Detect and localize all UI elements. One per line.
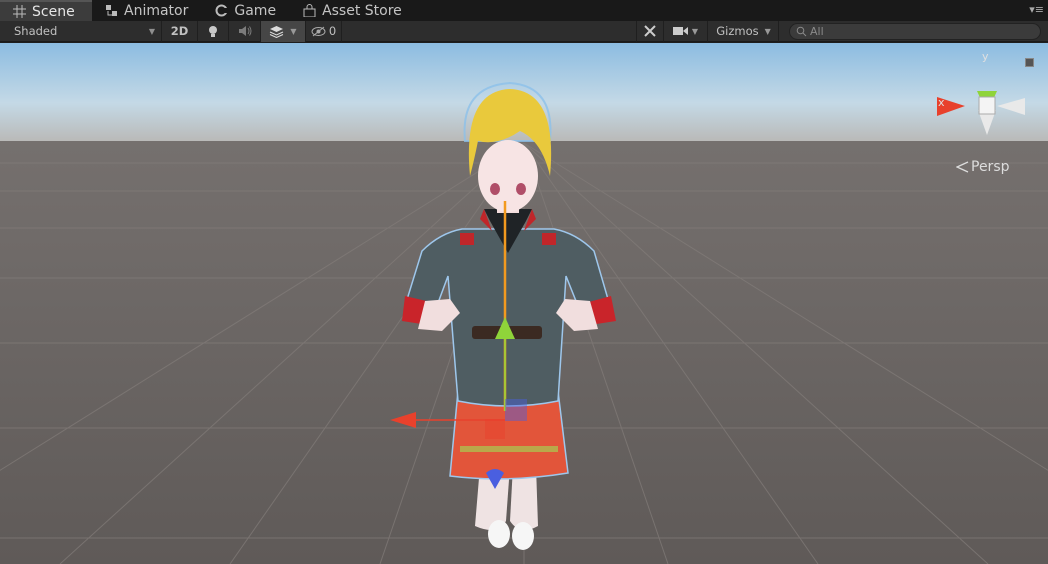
lock-icon[interactable]	[1025, 58, 1034, 67]
search-input[interactable]: All	[789, 23, 1041, 40]
tab-animator-label: Animator	[124, 2, 189, 19]
search-placeholder: All	[810, 25, 824, 38]
tab-animator[interactable]: Animator	[92, 0, 202, 21]
tab-scene-label: Scene	[32, 3, 75, 20]
projection-toggle[interactable]: Persp	[956, 159, 1010, 175]
hidden-objects-button[interactable]: 0	[306, 20, 342, 42]
tools-icon	[644, 25, 656, 37]
audio-toggle-button[interactable]	[229, 20, 261, 42]
game-icon	[214, 4, 228, 18]
tab-scene[interactable]: Scene	[0, 0, 92, 21]
axis-y-label: y	[982, 50, 989, 63]
gizmos-label: Gizmos	[716, 24, 759, 38]
orientation-gizmo[interactable]	[935, 91, 1035, 191]
chevron-down-icon: ▼	[290, 26, 297, 36]
tab-bar: Scene Animator Game Asset Store ▾≡	[0, 0, 1048, 21]
tab-game-label: Game	[234, 2, 277, 19]
tab-game[interactable]: Game	[202, 0, 290, 21]
effects-dropdown[interactable]: ▼	[261, 20, 306, 42]
chevron-down-icon: ▼	[691, 26, 699, 36]
tab-asset-store-label: Asset Store	[322, 2, 402, 19]
gizmos-dropdown[interactable]: Gizmos ▼	[709, 20, 779, 42]
tab-menu-icon[interactable]: ▾≡	[1029, 3, 1044, 16]
grid-icon	[12, 5, 26, 19]
camera-dropdown[interactable]: ▼	[664, 20, 708, 42]
speaker-icon	[238, 26, 251, 36]
character-model[interactable]	[380, 81, 640, 556]
scene-toolbar: Shaded ▼ 2D ▼ 0 ▼ Gizmos ▼ All	[0, 20, 1048, 42]
lighting-toggle-button[interactable]	[198, 20, 229, 42]
2d-toggle-button[interactable]: 2D	[162, 20, 198, 42]
lightbulb-icon	[209, 25, 217, 37]
2d-label: 2D	[170, 24, 189, 38]
chevron-down-icon: ▼	[148, 26, 155, 36]
effects-icon	[270, 25, 284, 38]
search-icon	[796, 26, 807, 37]
eye-slash-icon	[311, 26, 326, 36]
animator-icon	[104, 4, 118, 18]
camera-icon	[672, 27, 688, 35]
hidden-count: 0	[328, 24, 337, 38]
axis-x-label: x	[938, 96, 945, 109]
shading-mode-label: Shaded	[14, 24, 58, 38]
perspective-icon	[956, 161, 969, 173]
tools-button[interactable]	[636, 20, 664, 42]
tab-asset-store[interactable]: Asset Store	[290, 0, 416, 21]
scene-viewport[interactable]: y x Persp	[0, 43, 1048, 564]
chevron-down-icon: ▼	[764, 26, 771, 36]
projection-label: Persp	[971, 159, 1010, 175]
shading-mode-dropdown[interactable]: Shaded ▼	[0, 20, 162, 42]
store-icon	[302, 4, 316, 18]
